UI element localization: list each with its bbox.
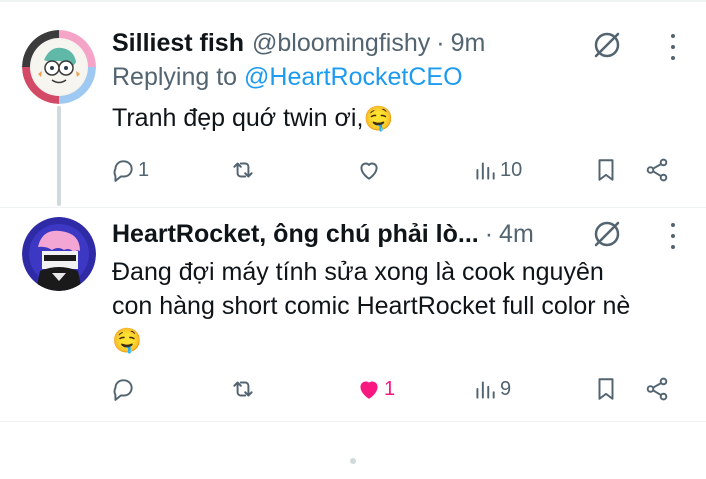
views-count: 10 [500, 158, 523, 181]
timestamp[interactable]: 9m [451, 26, 486, 60]
views-count: 9 [500, 377, 512, 400]
tweet-actions: 1 10 [110, 154, 670, 186]
bottom-divider [0, 421, 706, 422]
drooling-face-emoji: 🤤 [112, 327, 142, 355]
share-button[interactable] [644, 154, 670, 186]
views-chart-icon [476, 381, 495, 399]
reply-icon [113, 160, 133, 182]
reply-button[interactable]: 1 [110, 154, 149, 186]
separator-dot: · [436, 29, 445, 57]
retweet-button[interactable] [230, 154, 258, 186]
retweet-icon [233, 162, 253, 178]
author-name[interactable]: Silliest fish [112, 26, 244, 60]
tweet[interactable]: Silliest fish @bloomingfishy · 9m Replyi… [0, 12, 706, 207]
tweet-actions: 1 9 [110, 373, 670, 405]
separator-dot: · [484, 220, 494, 248]
reply-button[interactable] [110, 373, 138, 405]
drooling-face-emoji: 🤤 [363, 105, 394, 133]
reply-count: 1 [138, 158, 150, 181]
tweet-header: HeartRocket, ông chú phải lò... · 4m [112, 217, 646, 251]
share-button[interactable] [644, 373, 670, 405]
tweet-content: HeartRocket, ông chú phải lò... · 4m Đan… [112, 217, 646, 357]
bookmark-button[interactable] [593, 154, 619, 186]
like-button[interactable]: 1 [356, 373, 395, 405]
tweet-text: Tranh đẹp quớ twin ơi,🤤 [112, 101, 646, 135]
loading-indicator [350, 458, 356, 464]
share-icon [646, 377, 668, 401]
tweet-text-content: Tranh đẹp quớ twin ơi, [112, 104, 364, 132]
like-count: 1 [384, 377, 396, 400]
bookmark-icon [598, 378, 614, 400]
author-name[interactable]: HeartRocket, ông chú phải lò... [112, 217, 479, 251]
grok-icon[interactable] [590, 217, 624, 251]
more-icon[interactable] [668, 34, 678, 60]
thread-line [57, 106, 61, 206]
views-chart-icon [476, 162, 495, 180]
more-icon[interactable] [668, 223, 678, 249]
tweet-text-content: Đang đợi máy tính sửa xong là cook nguyê… [112, 258, 631, 320]
bookmark-button[interactable] [593, 373, 619, 405]
grok-icon[interactable] [590, 28, 624, 62]
avatar[interactable] [22, 30, 96, 104]
retweet-button[interactable] [230, 373, 258, 405]
replying-to-label: Replying to [112, 63, 238, 91]
share-icon [646, 158, 668, 182]
top-divider [0, 0, 706, 2]
replying-to: Replying to @HeartRocketCEO [112, 60, 646, 94]
retweet-icon [233, 381, 253, 397]
author-handle[interactable]: @bloomingfishy [252, 26, 430, 60]
tweet-header: Silliest fish @bloomingfishy · 9m [112, 26, 646, 60]
like-button[interactable] [356, 154, 384, 186]
tweet-content: Silliest fish @bloomingfishy · 9m Replyi… [112, 26, 646, 135]
bookmark-icon [598, 159, 614, 181]
reply-mention-link[interactable]: @HeartRocketCEO [244, 63, 463, 91]
reply-icon [113, 379, 133, 401]
heart-icon [360, 162, 378, 180]
views-button[interactable]: 10 [472, 154, 522, 186]
tweet-text: Đang đợi máy tính sửa xong là cook nguyê… [112, 255, 646, 357]
avatar[interactable] [22, 217, 96, 291]
timestamp[interactable]: 4m [499, 217, 534, 251]
views-button[interactable]: 9 [472, 373, 511, 405]
heart-icon [360, 381, 378, 399]
tweet[interactable]: HeartRocket, ông chú phải lò... · 4m Đan… [0, 207, 706, 417]
